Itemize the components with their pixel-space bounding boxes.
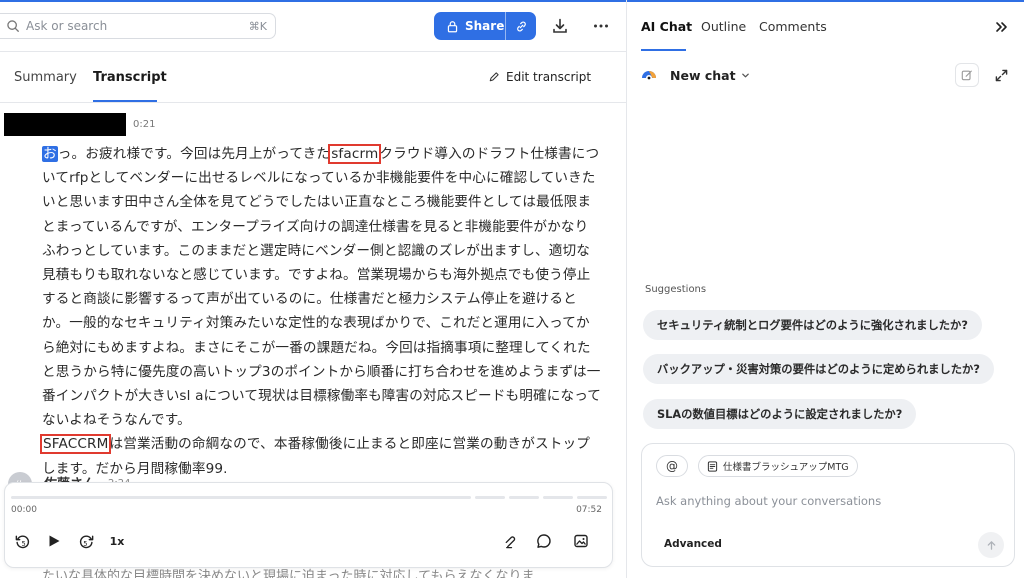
transcript-panel: Ask or search ⌘K Share Summary Transcrip… (0, 0, 627, 578)
progress-track-segment[interactable] (543, 496, 573, 499)
expand-icon[interactable] (995, 69, 1008, 82)
pencil-icon (489, 72, 499, 82)
chevron-down-icon (741, 73, 749, 78)
total-time: 07:52 (576, 505, 602, 515)
chat-input[interactable]: Ask anything about your conversations (656, 494, 881, 508)
download-icon[interactable] (551, 17, 569, 35)
rewind-5-icon: 5 (15, 534, 29, 548)
image-button[interactable] (572, 532, 590, 550)
search-icon (7, 20, 19, 32)
new-chat-label: New chat (670, 68, 736, 83)
current-word-highlight: お (42, 146, 58, 162)
transcript-text: は営業活動の命綱なので、本番稼働後に止まると即座に営業の動きがストップします。だ… (42, 436, 590, 477)
lock-icon (447, 20, 458, 32)
copy-link-button[interactable] (506, 12, 536, 40)
tab-transcript[interactable]: Transcript (93, 70, 167, 85)
progress-track[interactable] (11, 496, 471, 499)
new-chat-button[interactable] (955, 63, 979, 87)
arrow-up-icon (987, 540, 995, 550)
context-chip-label: 仕様書ブラッシュアップMTG (723, 462, 849, 473)
tab-summary[interactable]: Summary (14, 70, 77, 85)
progress-track-segment[interactable] (577, 496, 607, 499)
ai-assistant-icon (642, 71, 656, 81)
audio-clip-button[interactable] (501, 532, 519, 550)
speaker-name-redacted (4, 113, 126, 136)
progress-track-segment[interactable] (475, 496, 505, 499)
highlighted-term: SFACCRM (39, 434, 112, 455)
tab-ai-chat[interactable]: AI Chat (641, 19, 692, 34)
share-button[interactable]: Share (434, 12, 505, 40)
search-shortcut: ⌘K (248, 19, 267, 33)
highlighted-term: sfacrm (328, 144, 382, 164)
play-icon (49, 535, 60, 547)
image-icon (574, 534, 588, 548)
edit-transcript-button[interactable]: Edit transcript (488, 70, 591, 84)
comment-icon (537, 534, 551, 548)
suggestions-title: Suggestions (645, 284, 707, 295)
forward-5-icon: 5 (79, 534, 93, 548)
transcript-text: クラウド導入のドラフト仕様書についてrfpとしてベンダーに出せるレベルになってい… (42, 146, 602, 429)
suggestion-chip[interactable]: SLAの数値目標はどのように設定されましたか? (643, 399, 917, 429)
search-bar[interactable]: Ask or search ⌘K (0, 13, 276, 39)
speaker-timestamp[interactable]: 0:21 (133, 119, 155, 130)
suggestion-chip[interactable]: セキュリティ統制とログ要件はどのように強化されましたか? (643, 310, 982, 340)
tab-outline[interactable]: Outline (701, 19, 746, 34)
rewind-5-button[interactable]: 5 (13, 532, 31, 550)
share-label: Share (465, 19, 505, 33)
compose-icon (961, 70, 972, 81)
context-chip[interactable]: 仕様書ブラッシュアップMTG (698, 455, 858, 477)
share-button-group: Share (434, 12, 536, 40)
collapse-panel-icon[interactable] (994, 20, 1008, 34)
svg-text:5: 5 (21, 539, 25, 547)
header-divider (0, 51, 626, 52)
forward-5-button[interactable]: 5 (77, 532, 95, 550)
link-icon (516, 21, 526, 31)
playback-speed-button[interactable]: 1x (107, 532, 127, 550)
transcript-text: っ。お疲れ様です。今回は先月上がってきた (57, 146, 331, 162)
tab-comments[interactable]: Comments (759, 19, 827, 34)
clip-icon (505, 535, 515, 548)
search-placeholder: Ask or search (26, 19, 108, 33)
suggestion-chip[interactable]: バックアップ・災害対策の要件はどのように定められましたか? (643, 354, 994, 384)
svg-text:5: 5 (83, 539, 87, 547)
current-time: 00:00 (11, 505, 37, 515)
comment-button[interactable] (535, 532, 553, 550)
more-options-icon[interactable] (592, 17, 610, 35)
chat-composer: @ 仕様書ブラッシュアップMTG Ask anything about your… (641, 443, 1015, 567)
mention-button[interactable]: @ (656, 455, 688, 477)
active-tab-underline (641, 49, 686, 51)
send-button[interactable] (978, 532, 1004, 558)
tabs-divider (0, 102, 626, 103)
new-chat-dropdown[interactable]: New chat (670, 68, 750, 83)
document-icon (707, 460, 718, 472)
audio-player: 00:00 07:52 5 5 1x (4, 482, 613, 568)
transcript-paragraph[interactable]: おっ。お疲れ様です。今回は先月上がってきたsfacrmクラウド導入のドラフト仕様… (39, 142, 602, 481)
progress-track-segment[interactable] (509, 496, 539, 499)
play-button[interactable] (45, 532, 63, 550)
edit-transcript-label: Edit transcript (506, 70, 592, 84)
advanced-toggle[interactable]: Advanced (664, 538, 722, 550)
